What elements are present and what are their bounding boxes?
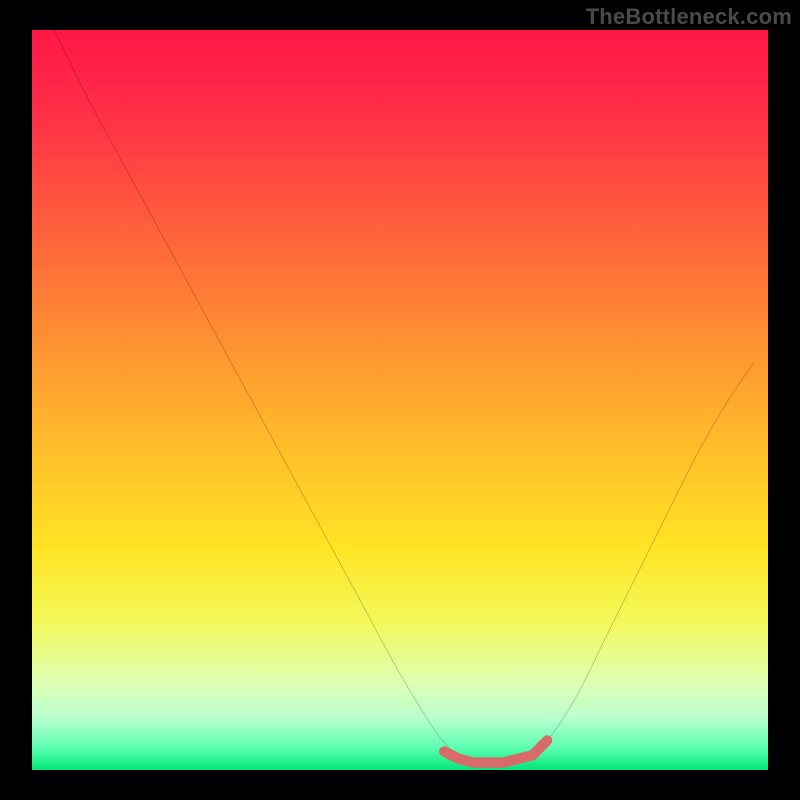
chart-background (32, 30, 768, 770)
watermark-text: TheBottleneck.com (586, 4, 792, 30)
chart-frame: TheBottleneck.com (0, 0, 800, 800)
bottleneck-chart (32, 30, 768, 770)
